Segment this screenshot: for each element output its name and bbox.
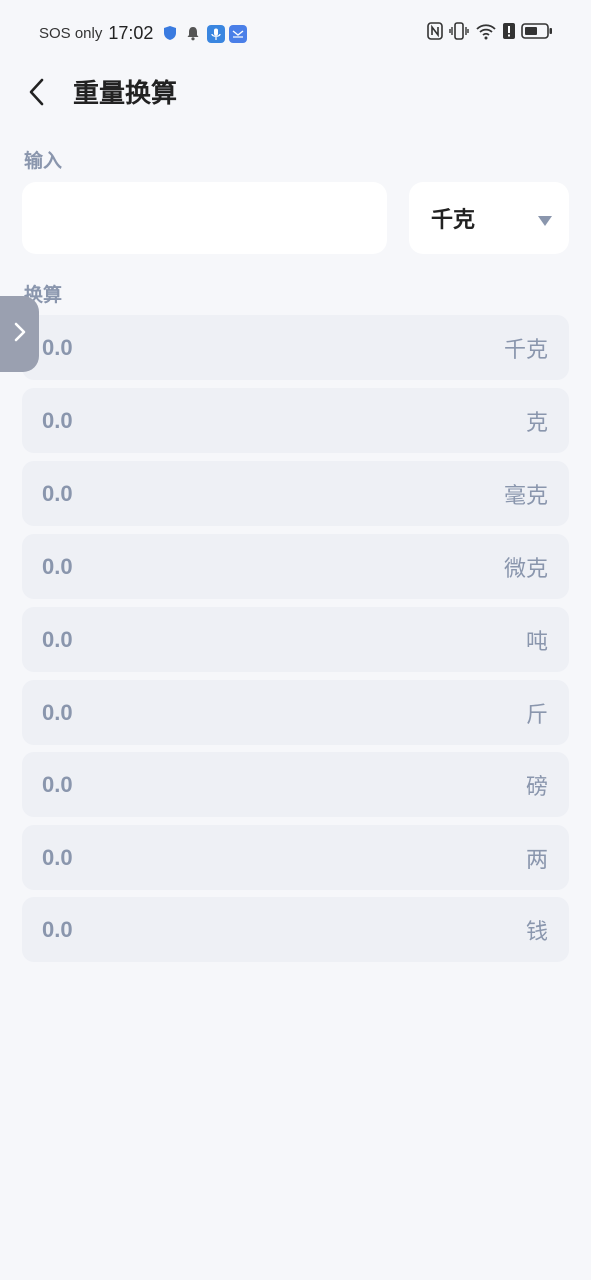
signal-alert-icon <box>503 22 515 44</box>
result-value: 0.0 <box>42 626 73 652</box>
app-header: 重量换算 <box>0 66 591 122</box>
result-value: 0.0 <box>42 553 73 579</box>
microphone-app-icon <box>207 25 226 43</box>
status-right <box>427 20 553 46</box>
status-bar: SOS only 17:02 <box>0 0 591 66</box>
result-row-gram: 0.0 克 <box>22 388 569 453</box>
clock: 17:02 <box>108 22 154 43</box>
vibrate-icon <box>449 22 469 44</box>
back-button[interactable] <box>22 76 52 112</box>
triangle-down-icon <box>537 212 553 226</box>
result-value: 0.0 <box>42 844 73 870</box>
side-panel-handle[interactable] <box>0 296 39 372</box>
result-row-liang: 0.0 两 <box>22 825 569 890</box>
battery-icon <box>521 22 553 44</box>
nfc-icon <box>427 22 443 44</box>
result-value: 0.0 <box>42 771 73 797</box>
page-title: 重量换算 <box>73 79 178 109</box>
result-unit: 毫克 <box>503 483 548 509</box>
unit-select[interactable]: 千克 <box>409 182 569 254</box>
chevron-right-icon <box>13 321 27 347</box>
carrier-text: SOS only <box>39 24 103 42</box>
bell-icon <box>185 25 201 41</box>
status-left: SOS only 17:02 <box>39 20 248 46</box>
result-value: 0.0 <box>42 480 73 506</box>
result-row-pound: 0.0 磅 <box>22 752 569 817</box>
result-row-qian: 0.0 钱 <box>22 897 569 962</box>
result-unit: 吨 <box>525 629 548 655</box>
result-unit: 钱 <box>525 919 548 945</box>
selected-unit-label: 千克 <box>431 208 476 233</box>
result-row-microgram: 0.0 微克 <box>22 534 569 599</box>
result-row-jin: 0.0 斤 <box>22 680 569 745</box>
result-value: 0.0 <box>42 334 73 360</box>
mail-app-icon <box>229 25 248 43</box>
result-value: 0.0 <box>42 699 73 725</box>
result-row-milligram: 0.0 毫克 <box>22 461 569 526</box>
result-row-ton: 0.0 吨 <box>22 607 569 672</box>
result-unit: 千克 <box>503 337 548 363</box>
weight-input[interactable] <box>22 182 387 254</box>
result-value: 0.0 <box>42 407 73 433</box>
result-value: 0.0 <box>42 916 73 942</box>
result-unit: 克 <box>525 410 548 436</box>
result-unit: 磅 <box>525 774 548 800</box>
input-section-label: 输入 <box>24 150 63 172</box>
shield-icon <box>163 25 179 41</box>
result-unit: 斤 <box>525 702 548 728</box>
result-unit: 两 <box>525 847 548 873</box>
chevron-left-icon <box>28 78 46 110</box>
wifi-icon <box>475 22 497 44</box>
result-row-kilogram: 0.0 千克 <box>22 315 569 380</box>
result-unit: 微克 <box>503 556 548 582</box>
